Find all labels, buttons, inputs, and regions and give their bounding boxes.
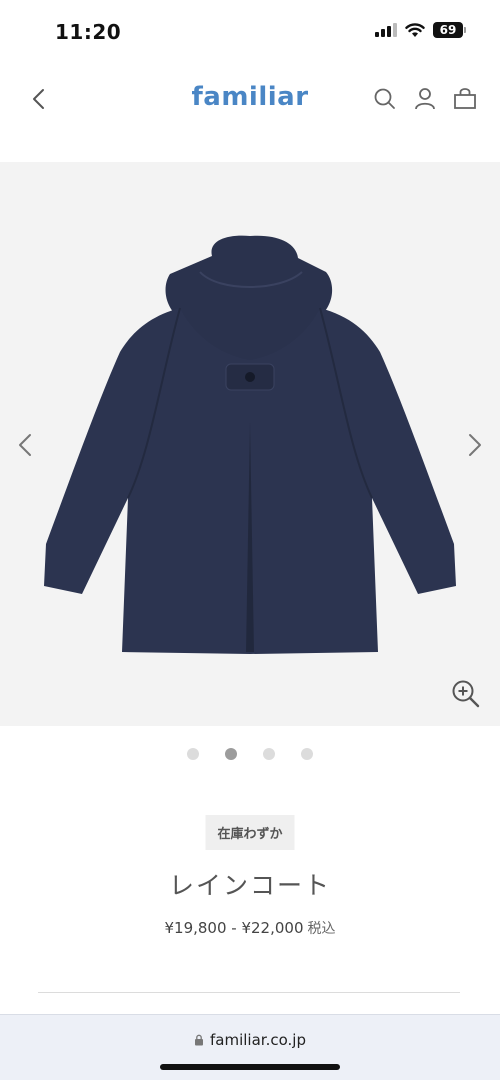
- browser-address-bar[interactable]: familiar.co.jp: [0, 1014, 500, 1080]
- product-gallery[interactable]: [0, 162, 500, 726]
- bag-icon[interactable]: [452, 86, 478, 112]
- gallery-pagination: [0, 748, 500, 760]
- chevron-left-icon[interactable]: [14, 430, 36, 460]
- lock-icon: [195, 1034, 204, 1046]
- divider: [38, 992, 460, 993]
- product-title: レインコート: [168, 871, 331, 900]
- stock-badge: 在庫わずか: [205, 815, 295, 850]
- wifi-icon: [405, 22, 425, 37]
- pagination-dot[interactable]: [263, 748, 275, 760]
- chevron-right-icon[interactable]: [464, 430, 486, 460]
- battery-icon: 69: [433, 22, 463, 38]
- site-header: familiar: [0, 66, 500, 132]
- status-bar: 11:20 69: [0, 0, 500, 66]
- url-text: familiar.co.jp: [210, 1031, 306, 1049]
- product-price: ¥19,800 - ¥22,000: [164, 919, 304, 937]
- product-image-raincoat: [44, 235, 456, 654]
- user-icon[interactable]: [412, 86, 438, 112]
- status-time: 11:20: [55, 20, 122, 44]
- search-icon[interactable]: [372, 86, 398, 112]
- status-icons: 69: [375, 22, 466, 38]
- product-price-row: ¥19,800 - ¥22,000 税込: [0, 918, 500, 938]
- signal-icon: [375, 23, 397, 37]
- home-indicator[interactable]: [160, 1064, 340, 1070]
- pagination-dot[interactable]: [187, 748, 199, 760]
- pagination-dot[interactable]: [301, 748, 313, 760]
- url-display[interactable]: familiar.co.jp: [0, 1031, 500, 1049]
- header-actions: [372, 86, 478, 112]
- pagination-dot-active[interactable]: [225, 748, 237, 760]
- tax-label: 税込: [307, 921, 336, 937]
- zoom-in-icon[interactable]: [450, 678, 482, 710]
